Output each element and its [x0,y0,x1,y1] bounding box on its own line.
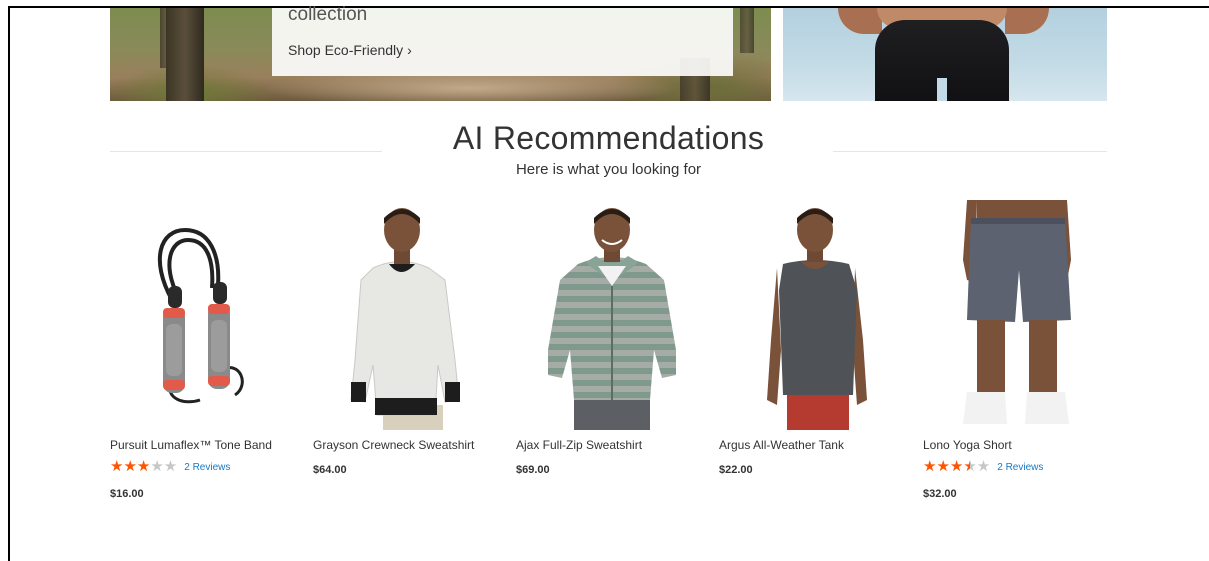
product-card: Pursuit Lumaflex™ Tone Band ★★★★★ 2 Revi… [110,200,306,510]
product-price: $69.00 [516,464,550,476]
product-card: Ajax Full-Zip Sweatshirt $69.00 [516,200,712,510]
tree-decoration [740,8,754,53]
product-card: Grayson Crewneck Sweatshirt $64.00 [313,200,509,510]
tank-top-icon [767,208,867,430]
product-card: Argus All-Weather Tank $22.00 [719,200,915,510]
product-image-link[interactable] [923,200,1119,430]
product-price: $64.00 [313,464,347,476]
product-name-link[interactable]: Ajax Full-Zip Sweatshirt [516,438,642,452]
product-image-link[interactable] [516,200,712,430]
shop-eco-friendly-link[interactable]: Shop Eco-Friendly › [288,42,412,58]
star-rating-icon: ★★★★★ [923,458,991,475]
chevron-right-icon: › [407,42,412,58]
tights-gap [937,78,947,101]
product-image-link[interactable] [110,200,306,430]
model-arm [838,8,882,34]
product-price: $22.00 [719,464,753,476]
product-rating: ★★★★★ 2 Reviews [923,458,1043,476]
tree-decoration [166,8,204,101]
product-image-link[interactable] [719,200,915,430]
crewneck-sweatshirt-icon [350,208,460,430]
product-name-link[interactable]: Lono Yoga Short [923,438,1012,452]
model-arm [1005,8,1049,34]
page-frame-left [8,6,10,561]
product-price: $16.00 [110,488,144,500]
yoga-shorts-icon [963,200,1071,424]
reviews-link[interactable]: 2 Reviews [997,462,1043,473]
shop-eco-friendly-label: Shop Eco-Friendly [288,42,404,58]
section-subtitle: Here is what you looking for [515,161,702,178]
section-title: AI Recommendations [452,120,765,156]
women-pants-banner[interactable] [783,8,1107,101]
product-name-link[interactable]: Grayson Crewneck Sweatshirt [313,438,474,452]
product-image-link[interactable] [313,200,509,430]
banner-title: collection [288,4,368,25]
product-price: $32.00 [923,488,957,500]
product-rating: ★★★★★ 2 Reviews [110,458,230,476]
striped-hoodie-icon [548,208,676,430]
product-name-link[interactable]: Argus All-Weather Tank [719,438,844,452]
jump-rope-icon [157,227,244,404]
product-name-link[interactable]: Pursuit Lumaflex™ Tone Band [110,438,272,452]
reviews-link[interactable]: 2 Reviews [184,462,230,473]
star-rating-icon: ★★★★★ [110,458,178,475]
product-card: Lono Yoga Short ★★★★★ 2 Reviews $32.00 [923,200,1119,510]
